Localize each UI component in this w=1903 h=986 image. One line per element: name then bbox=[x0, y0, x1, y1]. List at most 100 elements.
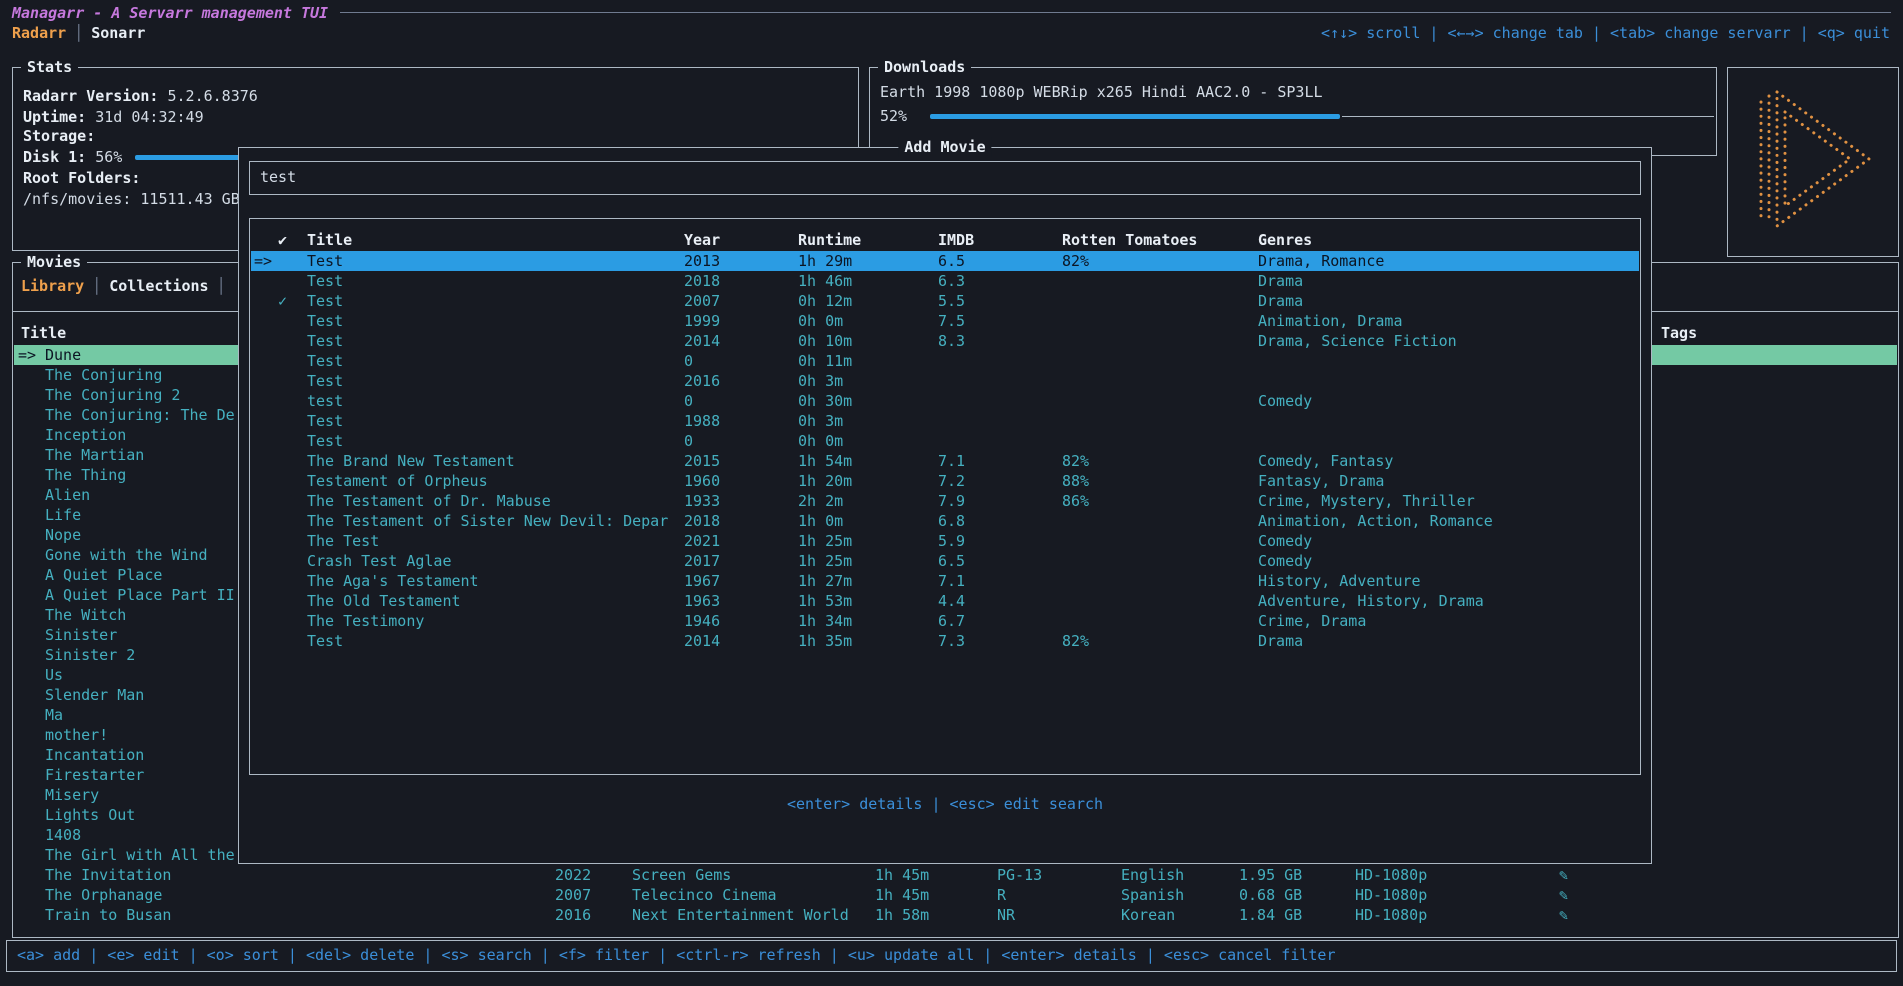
disk-label: Disk 1: bbox=[23, 148, 86, 166]
result-title: Test bbox=[307, 371, 343, 391]
app-title: Managarr - A Servarr management TUI bbox=[12, 3, 328, 23]
movie-studio: Telecinco Cinema bbox=[632, 885, 777, 905]
tab-collections[interactable]: Collections bbox=[109, 277, 208, 295]
result-year: 1960 bbox=[684, 471, 720, 491]
search-result-row[interactable]: Test 1999 0h 0m 7.5 Animation, Drama bbox=[251, 311, 1639, 331]
result-year: 1999 bbox=[684, 311, 720, 331]
tab-divider: │ bbox=[217, 277, 226, 295]
result-runtime: 0h 0m bbox=[798, 311, 843, 331]
search-result-row[interactable]: Test 0 0h 11m bbox=[251, 351, 1639, 371]
search-result-row[interactable]: The Aga's Testament 1967 1h 27m 7.1 Hist… bbox=[251, 571, 1639, 591]
movies-tabs: Library │ Collections │ bbox=[21, 276, 234, 296]
movie-title: The Invitation bbox=[45, 865, 171, 885]
result-year: 1933 bbox=[684, 491, 720, 511]
tab-divider: │ bbox=[92, 277, 101, 295]
movie-row[interactable]: The Invitation 2022 Screen Gems 1h 45m P… bbox=[14, 865, 1897, 885]
movie-language: English bbox=[1121, 865, 1184, 885]
result-genres: Drama, Science Fiction bbox=[1258, 331, 1457, 351]
result-year: 2021 bbox=[684, 531, 720, 551]
result-year: 1963 bbox=[684, 591, 720, 611]
selection-arrow: => bbox=[254, 251, 272, 271]
search-result-row[interactable]: Test 0 0h 0m bbox=[251, 431, 1639, 451]
add-movie-modal: Add Movie ✔ Title Year Runtime IMDB Rott… bbox=[238, 147, 1652, 864]
movie-title: A Quiet Place Part II bbox=[45, 585, 235, 605]
result-imdb: 8.3 bbox=[938, 331, 965, 351]
tab-library[interactable]: Library bbox=[21, 277, 84, 295]
add-movie-search-input[interactable] bbox=[258, 167, 1632, 187]
selection-arrow: => bbox=[18, 345, 36, 365]
movie-title: Dune bbox=[45, 345, 81, 365]
global-keybinds: <↑↓> scroll | <←→> change tab | <tab> ch… bbox=[1321, 23, 1890, 43]
add-movie-search-box bbox=[249, 161, 1641, 195]
search-result-row[interactable]: Test 1988 0h 3m bbox=[251, 411, 1639, 431]
result-year: 1946 bbox=[684, 611, 720, 631]
result-runtime: 0h 3m bbox=[798, 411, 843, 431]
result-runtime: 0h 11m bbox=[798, 351, 852, 371]
search-result-row[interactable]: The Testimony 1946 1h 34m 6.7 Crime, Dra… bbox=[251, 611, 1639, 631]
result-year: 1988 bbox=[684, 411, 720, 431]
result-rotten-tomatoes: 86% bbox=[1062, 491, 1089, 511]
result-runtime: 2h 2m bbox=[798, 491, 843, 511]
result-genres: Animation, Action, Romance bbox=[1258, 511, 1493, 531]
result-imdb: 6.7 bbox=[938, 611, 965, 631]
search-result-row[interactable]: The Testament of Dr. Mabuse 1933 2h 2m 7… bbox=[251, 491, 1639, 511]
movie-title: Life bbox=[45, 505, 81, 525]
search-result-row[interactable]: Test 2016 0h 3m bbox=[251, 371, 1639, 391]
search-result-row[interactable]: Test 2014 1h 35m 7.3 82% Drama bbox=[251, 631, 1639, 651]
search-result-row[interactable]: Crash Test Aglae 2017 1h 25m 6.5 Comedy bbox=[251, 551, 1639, 571]
radarr-version-line: Radarr Version: 5.2.6.8376 bbox=[23, 86, 258, 106]
result-year: 2013 bbox=[684, 251, 720, 271]
search-result-row[interactable]: The Old Testament 1963 1h 53m 4.4 Advent… bbox=[251, 591, 1639, 611]
result-genres: Comedy, Fantasy bbox=[1258, 451, 1393, 471]
result-year: 0 bbox=[684, 351, 693, 371]
result-runtime: 1h 0m bbox=[798, 511, 843, 531]
search-result-row[interactable]: => Test 2013 1h 29m 6.5 82% Drama, Roman… bbox=[251, 251, 1639, 271]
movie-certification: R bbox=[997, 885, 1006, 905]
movie-title: Nope bbox=[45, 525, 81, 545]
result-title: Test bbox=[307, 631, 343, 651]
search-result-row[interactable]: Testament of Orpheus 1960 1h 20m 7.2 88%… bbox=[251, 471, 1639, 491]
result-year: 1967 bbox=[684, 571, 720, 591]
search-result-row[interactable]: ✓ Test 2007 0h 12m 5.5 Drama bbox=[251, 291, 1639, 311]
movie-row[interactable]: Train to Busan 2016 Next Entertainment W… bbox=[14, 905, 1897, 925]
search-result-row[interactable]: The Brand New Testament 2015 1h 54m 7.1 … bbox=[251, 451, 1639, 471]
search-result-row[interactable]: The Test 2021 1h 25m 5.9 Comedy bbox=[251, 531, 1639, 551]
result-title: Test bbox=[307, 411, 343, 431]
result-rotten-tomatoes: 82% bbox=[1062, 451, 1089, 471]
search-result-row[interactable]: The Testament of Sister New Devil: Depar… bbox=[251, 511, 1639, 531]
movie-runtime: 1h 45m bbox=[875, 865, 929, 885]
result-imdb: 7.5 bbox=[938, 311, 965, 331]
managarr-screen: Managarr - A Servarr management TUI Rada… bbox=[0, 0, 1903, 986]
result-genres: Animation, Drama bbox=[1258, 311, 1403, 331]
result-year: 2007 bbox=[684, 291, 720, 311]
result-title: Test bbox=[307, 331, 343, 351]
tab-sonarr[interactable]: Sonarr bbox=[91, 24, 145, 42]
movie-language: Spanish bbox=[1121, 885, 1184, 905]
search-result-row[interactable]: Test 2018 1h 46m 6.3 Drama bbox=[251, 271, 1639, 291]
uptime-label: Uptime: bbox=[23, 108, 86, 126]
storage-line: Storage: bbox=[23, 126, 95, 146]
movie-title: Sinister 2 bbox=[45, 645, 135, 665]
search-result-row[interactable]: Test 2014 0h 10m 8.3 Drama, Science Fict… bbox=[251, 331, 1639, 351]
add-movie-title: Add Movie bbox=[898, 137, 991, 157]
tab-radarr[interactable]: Radarr bbox=[12, 24, 66, 42]
result-year: 0 bbox=[684, 431, 693, 451]
movie-quality: HD-1080p bbox=[1355, 905, 1427, 925]
result-title: Test bbox=[307, 291, 343, 311]
movie-title: The Witch bbox=[45, 605, 126, 625]
column-header-check-icon: ✔ bbox=[278, 230, 287, 250]
movie-title: Firestarter bbox=[45, 765, 144, 785]
result-title: The Brand New Testament bbox=[307, 451, 515, 471]
movie-row[interactable]: The Orphanage 2007 Telecinco Cinema 1h 4… bbox=[14, 885, 1897, 905]
result-title: The Testament of Sister New Devil: Depar bbox=[307, 511, 668, 531]
result-imdb: 5.5 bbox=[938, 291, 965, 311]
movies-panel-title: Movies bbox=[21, 252, 87, 272]
result-runtime: 0h 30m bbox=[798, 391, 852, 411]
search-result-row[interactable]: test 0 0h 30m Comedy bbox=[251, 391, 1639, 411]
footer-keybind-bar: <a> add | <e> edit | <o> sort | <del> de… bbox=[6, 940, 1897, 972]
result-genres: Comedy bbox=[1258, 531, 1312, 551]
root-folders-label: Root Folders: bbox=[23, 169, 140, 187]
managarr-logo-icon bbox=[1747, 84, 1879, 234]
result-title: Crash Test Aglae bbox=[307, 551, 452, 571]
movie-title: The Conjuring: The De bbox=[45, 405, 235, 425]
